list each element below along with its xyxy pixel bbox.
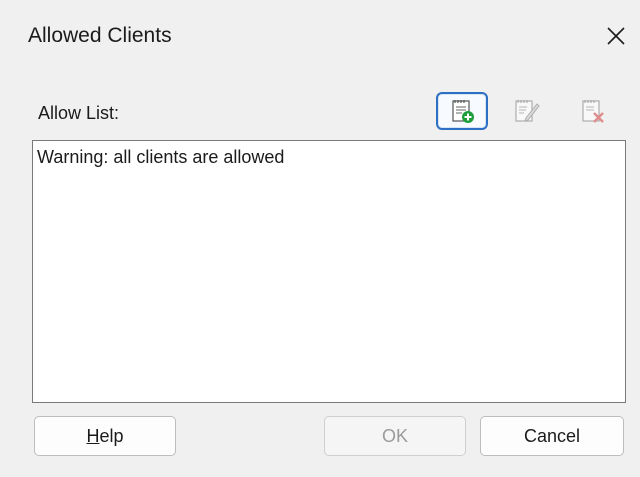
edit-entry-icon	[515, 100, 540, 122]
ok-label: OK	[381, 425, 408, 446]
edit-entry-button[interactable]	[500, 92, 552, 130]
cancel-button[interactable]: Cancel	[480, 416, 624, 456]
remove-entry-button[interactable]	[566, 92, 618, 130]
help-label: elp	[99, 425, 124, 446]
help-mnemonic: H	[86, 425, 100, 446]
ok-button[interactable]: OK	[324, 416, 466, 456]
list-item[interactable]: Warning: all clients are allowed	[37, 147, 284, 168]
add-entry-icon	[452, 100, 474, 123]
allowed-clients-dialog: Allowed Clients Allow List: Warning: all…	[0, 0, 640, 477]
cancel-label: Cancel	[523, 425, 581, 446]
title-bar: Allowed Clients	[0, 0, 640, 78]
allow-list-box[interactable]: Warning: all clients are allowed	[32, 140, 626, 403]
allow-list-label: Allow List:	[38, 103, 120, 123]
remove-entry-icon	[582, 100, 604, 123]
close-button[interactable]	[596, 16, 636, 56]
help-button[interactable]: Help	[34, 416, 176, 456]
dialog-title: Allowed Clients	[28, 24, 172, 47]
add-entry-button[interactable]	[436, 92, 488, 130]
close-icon	[607, 27, 625, 45]
